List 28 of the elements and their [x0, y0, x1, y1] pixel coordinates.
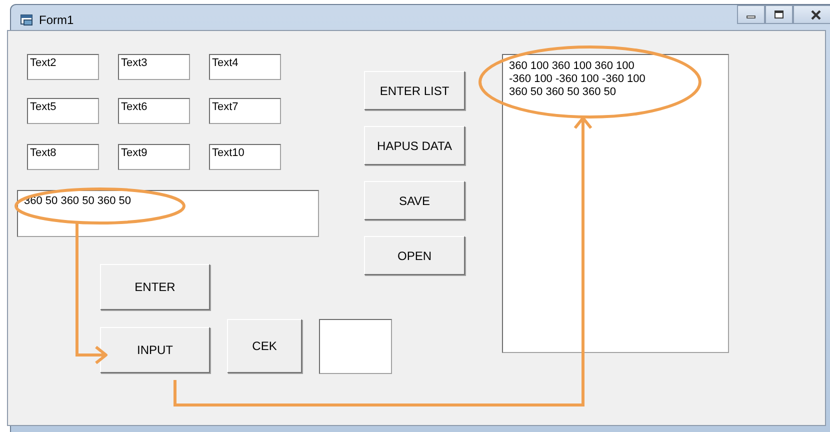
- list-item[interactable]: 360 50 360 50 360 50: [509, 86, 725, 99]
- text-field[interactable]: Text10: [209, 144, 281, 170]
- command-button[interactable]: OPEN: [364, 236, 465, 275]
- maximize-icon: [774, 10, 784, 19]
- command-button[interactable]: SAVE: [364, 181, 465, 220]
- text-field[interactable]: Text2: [27, 54, 99, 80]
- list-item[interactable]: -360 100 -360 100 -360 100: [509, 73, 725, 86]
- command-button[interactable]: ENTER LIST: [364, 71, 465, 110]
- text-field[interactable]: Text3: [118, 54, 190, 80]
- text-field[interactable]: Text7: [209, 98, 281, 124]
- minimize-button[interactable]: [737, 5, 765, 24]
- close-button[interactable]: [793, 5, 830, 24]
- window-title: Form1: [39, 13, 74, 27]
- maximize-button[interactable]: [765, 5, 793, 24]
- command-button[interactable]: INPUT: [100, 327, 210, 373]
- text-field[interactable]: Text4: [209, 54, 281, 80]
- list-item[interactable]: 360 100 360 100 360 100: [509, 60, 725, 73]
- app-icon: [20, 14, 33, 26]
- close-icon: [810, 10, 822, 20]
- text-field[interactable]: Text8: [27, 144, 99, 170]
- text-field[interactable]: Text9: [118, 144, 190, 170]
- text-field[interactable]: Text6: [118, 98, 190, 124]
- list-box[interactable]: 360 100 360 100 360 100 -360 100 -360 100 -360 100 360 50 360 50 360 50: [502, 54, 729, 353]
- text-field[interactable]: Text5: [27, 98, 99, 124]
- command-button[interactable]: CEK: [227, 319, 302, 373]
- command-button[interactable]: ENTER: [100, 264, 210, 310]
- text-field[interactable]: [319, 319, 392, 374]
- command-button[interactable]: HAPUS DATA: [364, 126, 465, 165]
